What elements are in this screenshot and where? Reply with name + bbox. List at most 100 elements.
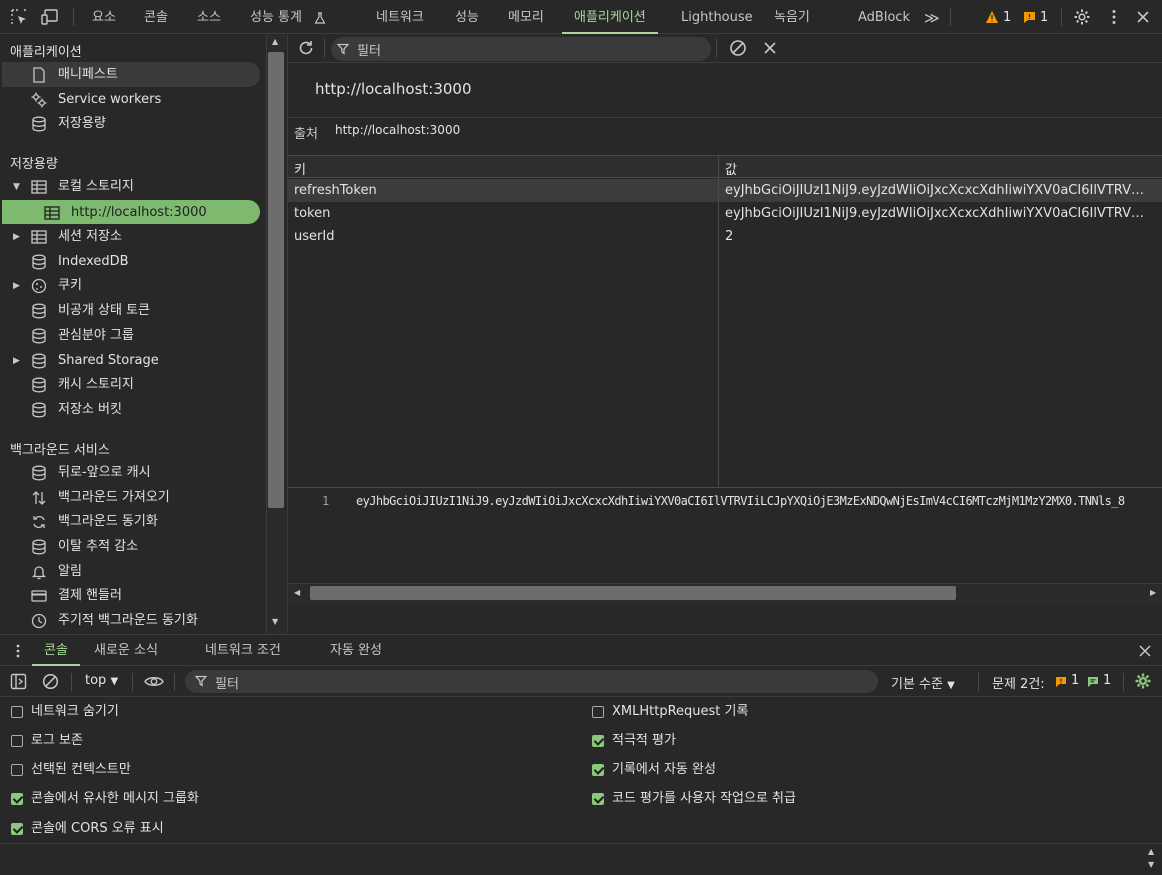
- column-header-value[interactable]: 값: [725, 159, 737, 178]
- filter-placeholder: 필터: [357, 44, 381, 59]
- issue-flag-icon[interactable]: [1023, 11, 1036, 24]
- option-label: 콘솔에서 유사한 메시지 그룹화: [31, 791, 199, 806]
- horizontal-scrollbar-thumb[interactable]: [310, 586, 956, 600]
- divider: [288, 62, 1162, 63]
- settings-gear-icon[interactable]: [1073, 8, 1091, 26]
- sidebar-item-label: 캐시 스토리지: [58, 377, 134, 392]
- row-key: refreshToken: [294, 183, 377, 198]
- database-icon: [32, 303, 46, 319]
- scroll-down-arrow-icon[interactable]: ▼: [272, 617, 278, 626]
- drawer-tab-bar: 콘솔 새로운 소식 네트워크 조건 자동 완성: [0, 634, 1162, 666]
- sidebar-item-label: 저장소 버킷: [58, 402, 122, 417]
- checkbox-checked[interactable]: [11, 823, 23, 835]
- sidebar-toggle-icon[interactable]: [10, 673, 27, 690]
- more-tabs-icon[interactable]: ≫: [924, 0, 940, 34]
- drawer-tab-network-conditions[interactable]: 네트워크 조건: [205, 635, 281, 666]
- tab-console[interactable]: 콘솔: [144, 0, 168, 34]
- preview-value-text[interactable]: eyJhbGciOiJIUzI1NiJ9.eyJzdWIiOiJxcXcxcXd…: [356, 494, 1125, 508]
- document-icon: [33, 67, 45, 83]
- refresh-icon[interactable]: [297, 39, 315, 57]
- console-prompt-input[interactable]: [0, 844, 1142, 875]
- clear-all-icon[interactable]: [729, 39, 747, 57]
- scroll-left-arrow-icon[interactable]: ◀: [294, 588, 300, 597]
- drawer-tab-whats-new[interactable]: 새로운 소식: [94, 635, 158, 666]
- storage-filter-input[interactable]: 필터: [331, 37, 711, 61]
- expanded-arrow-icon[interactable]: ▼: [13, 182, 20, 192]
- column-header-key[interactable]: 키: [294, 159, 306, 178]
- origin-row: 출처 http://localhost:3000: [288, 117, 1162, 154]
- option-label: 적극적 평가: [612, 733, 676, 748]
- table-row[interactable]: refreshToken eyJhbGciOiJIUzI1NiJ9.eyJzdW…: [288, 179, 1162, 202]
- scroll-up-arrow-icon[interactable]: ▲: [1148, 847, 1154, 856]
- checkbox-checked[interactable]: [592, 735, 604, 747]
- close-devtools-icon[interactable]: [1134, 8, 1152, 26]
- delete-selected-icon[interactable]: [762, 40, 778, 56]
- context-selector[interactable]: top ▼: [85, 673, 118, 688]
- flask-icon: [314, 12, 326, 24]
- row-key: token: [294, 206, 331, 221]
- sidebar-item-label: 비공개 상태 토큰: [58, 303, 150, 318]
- tab-application[interactable]: 애플리케이션: [562, 0, 658, 34]
- log-level-selector[interactable]: 기본 수준 ▼: [891, 673, 955, 692]
- checkbox[interactable]: [11, 735, 23, 747]
- database-icon: [32, 539, 46, 555]
- drawer-tab-console[interactable]: 콘솔: [32, 635, 80, 666]
- warning-icon[interactable]: [985, 10, 999, 24]
- sidebar-scrollbar-thumb[interactable]: [268, 52, 284, 508]
- tab-network[interactable]: 네트워크: [376, 0, 424, 34]
- dropdown-arrow-icon: ▼: [947, 680, 955, 691]
- sidebar-item-label: 관심분야 그룹: [58, 328, 134, 343]
- scroll-right-arrow-icon[interactable]: ▶: [1150, 588, 1156, 597]
- console-settings-gear-icon[interactable]: [1134, 672, 1152, 690]
- scroll-down-arrow-icon[interactable]: ▼: [1148, 860, 1154, 869]
- warnings-count[interactable]: 1: [1003, 0, 1011, 34]
- close-drawer-icon[interactable]: [1138, 644, 1152, 658]
- checkbox[interactable]: [592, 706, 604, 718]
- inspect-element-icon[interactable]: [10, 8, 28, 26]
- drawer-menu-icon[interactable]: [11, 643, 25, 659]
- tab-performance[interactable]: 성능: [455, 0, 479, 34]
- issues-label[interactable]: 문제 2건:: [992, 673, 1045, 692]
- table-icon: [31, 180, 47, 194]
- sidebar-item-label: Service workers: [58, 92, 162, 107]
- collapsed-arrow-icon[interactable]: ▶: [13, 281, 20, 291]
- scroll-up-arrow-icon[interactable]: ▲: [272, 37, 278, 46]
- column-divider[interactable]: [718, 155, 719, 487]
- tab-memory[interactable]: 메모리: [508, 0, 544, 34]
- table-row[interactable]: token eyJhbGciOiJIUzI1NiJ9.eyJzdWIiOiJxc…: [288, 202, 1162, 225]
- context-selector-value: top: [85, 673, 107, 688]
- console-toolbar: top ▼ 필터 기본 수준 ▼ 문제 2건: 1 1: [0, 667, 1162, 697]
- issues-count[interactable]: 1: [1040, 0, 1048, 34]
- device-toolbar-icon[interactable]: [41, 8, 59, 26]
- tab-sources[interactable]: 소스: [197, 0, 221, 34]
- sidebar-item-label: 뒤로-앞으로 캐시: [58, 465, 151, 480]
- checkbox-checked[interactable]: [592, 764, 604, 776]
- sidebar-item-label: Shared Storage: [58, 353, 159, 368]
- checkbox-checked[interactable]: [592, 793, 604, 805]
- drawer-tab-autofill[interactable]: 자동 완성: [330, 635, 382, 666]
- sidebar-item-label: 주기적 백그라운드 동기화: [58, 613, 198, 628]
- table-row[interactable]: userId 2: [288, 225, 1162, 248]
- warning-flag-icon[interactable]: [1055, 676, 1067, 688]
- checkbox-checked[interactable]: [11, 793, 23, 805]
- clear-console-icon[interactable]: [42, 673, 59, 690]
- filter-funnel-icon: [195, 675, 207, 687]
- tab-lighthouse[interactable]: Lighthouse: [681, 0, 753, 34]
- collapsed-arrow-icon[interactable]: ▶: [13, 356, 20, 366]
- tab-elements[interactable]: 요소: [92, 0, 116, 34]
- tab-recorder[interactable]: 녹음기: [774, 0, 810, 34]
- tab-adblock[interactable]: AdBlock: [858, 0, 910, 34]
- info-flag-icon[interactable]: [1087, 676, 1099, 688]
- live-expression-eye-icon[interactable]: [144, 673, 164, 690]
- checkbox[interactable]: [11, 764, 23, 776]
- credit-card-icon: [31, 590, 47, 602]
- console-filter-input[interactable]: 필터: [185, 670, 878, 693]
- issues-warning-count[interactable]: 1: [1071, 673, 1079, 688]
- collapsed-arrow-icon[interactable]: ▶: [13, 232, 20, 242]
- console-scrollbar[interactable]: ▲ ▼: [1144, 845, 1162, 875]
- tab-performance-insights[interactable]: 성능 통계: [250, 0, 326, 34]
- issues-info-count[interactable]: 1: [1103, 673, 1111, 688]
- checkbox[interactable]: [11, 706, 23, 718]
- more-options-icon[interactable]: [1105, 8, 1123, 26]
- sidebar-item-label: 백그라운드 동기화: [58, 514, 158, 529]
